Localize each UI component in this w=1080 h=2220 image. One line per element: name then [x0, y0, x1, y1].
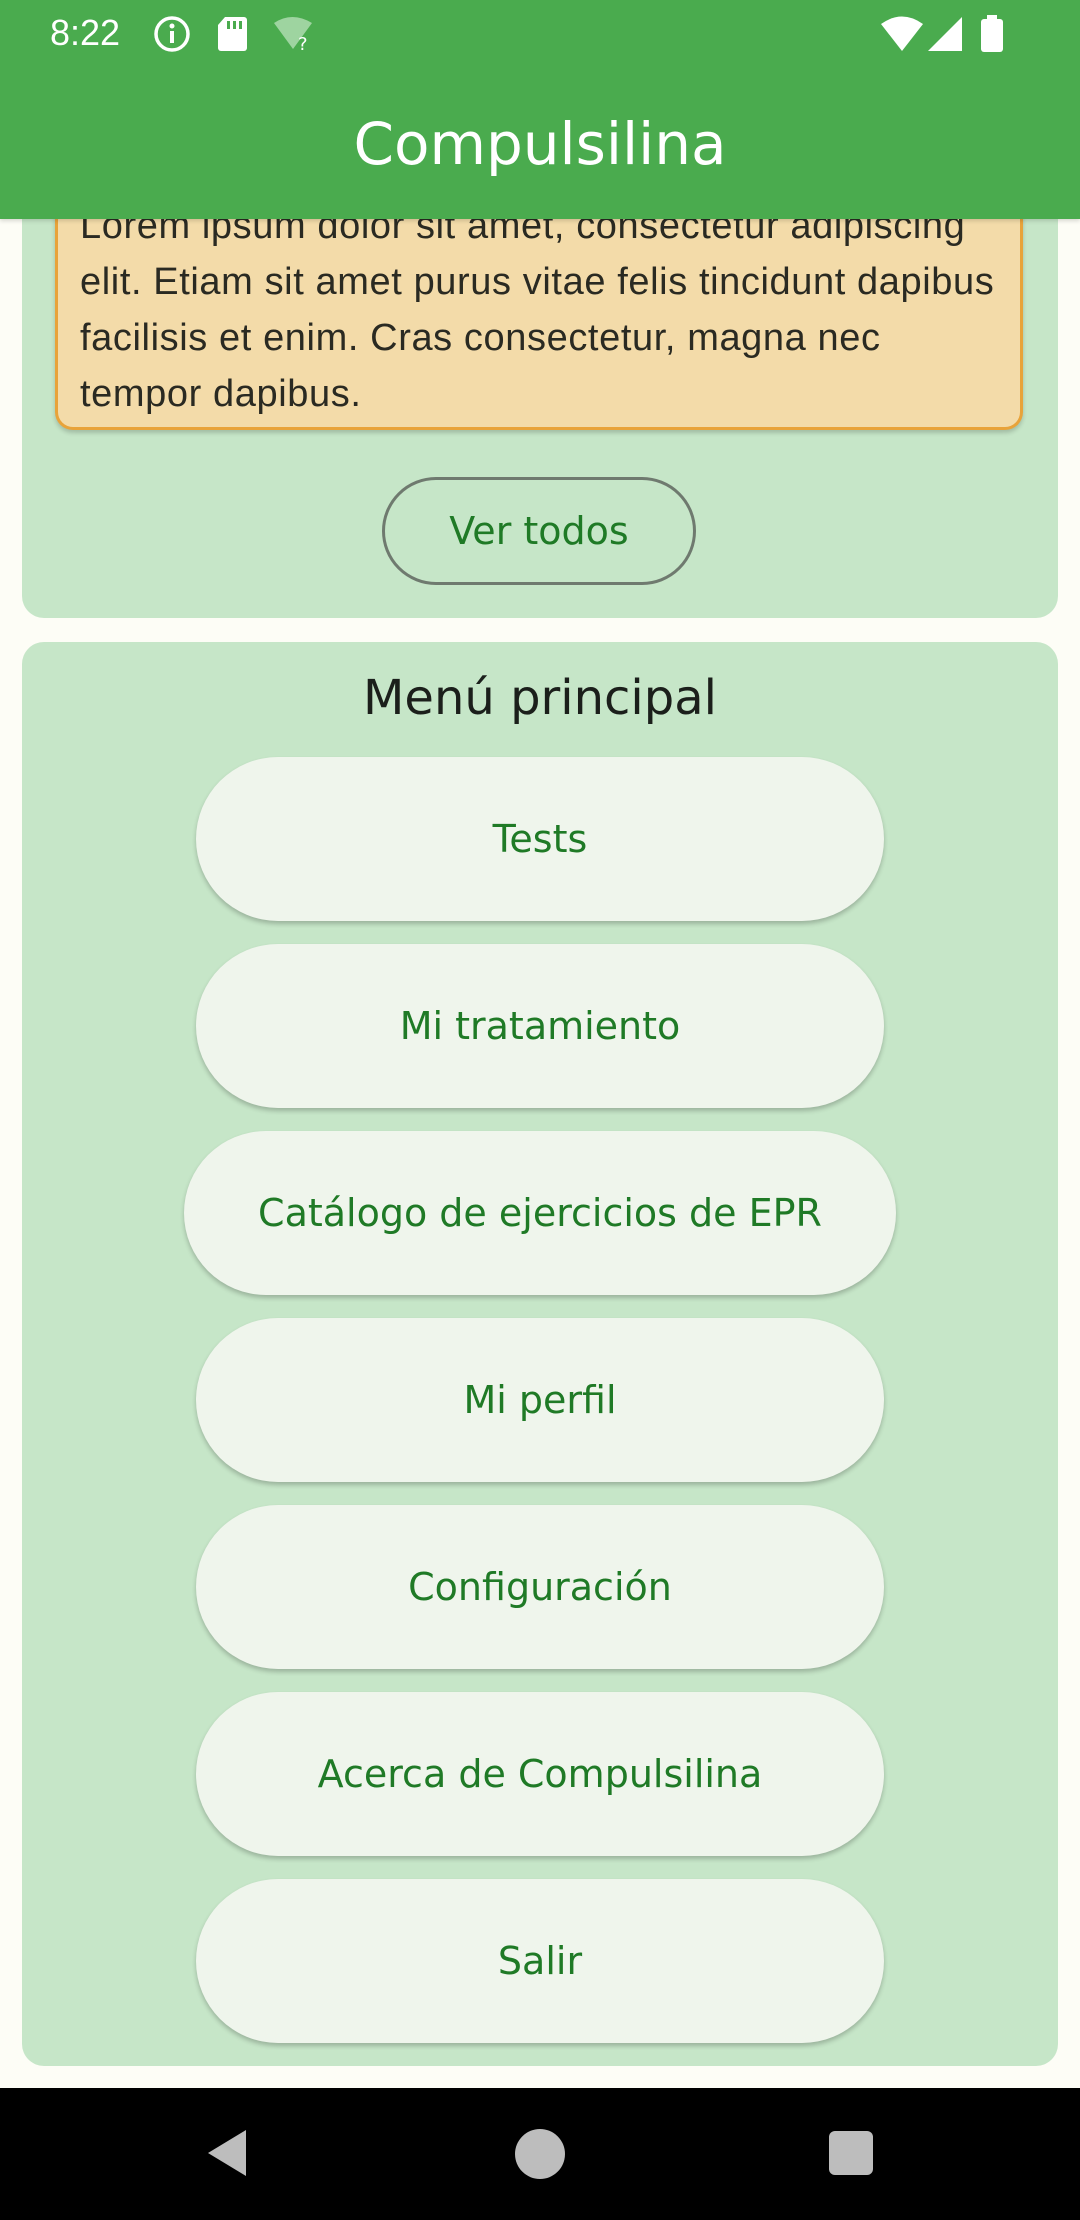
recents-icon[interactable] [829, 2131, 873, 2175]
settings-button[interactable]: Configuración [196, 1505, 884, 1669]
wifi-icon [880, 15, 924, 57]
notice-text: Lorem ipsum dolor sit amet, consectetur … [80, 205, 995, 415]
my-treatment-button[interactable]: Mi tratamiento [196, 944, 884, 1108]
home-icon[interactable] [515, 2129, 565, 2179]
app-bar: 8:22 ? Compulsilina [0, 0, 1080, 219]
main-menu-title: Menú principal [363, 670, 717, 726]
wifi-unknown-icon: ? [272, 15, 318, 57]
sd-card-icon [216, 15, 248, 57]
exit-button[interactable]: Salir [196, 1879, 884, 2043]
battery-icon [980, 15, 1004, 57]
back-icon[interactable] [204, 2128, 250, 2182]
app-title: Compulsilina [353, 110, 727, 178]
status-time: 8:22 [50, 12, 121, 53]
status-bar: 8:22 ? [0, 0, 1080, 66]
about-button[interactable]: Acerca de Compulsilina [196, 1692, 884, 1856]
notice-card[interactable]: Lorem ipsum dolor sit amet, consectetur … [55, 190, 1023, 430]
info-icon [153, 15, 191, 57]
svg-text:?: ? [298, 34, 308, 53]
tests-button[interactable]: Tests [196, 757, 884, 921]
signal-icon [926, 15, 964, 57]
my-profile-button[interactable]: Mi perfil [196, 1318, 884, 1482]
see-all-button[interactable]: Ver todos [382, 477, 696, 585]
epr-exercises-catalog-button[interactable]: Catálogo de ejercicios de EPR [184, 1131, 896, 1295]
